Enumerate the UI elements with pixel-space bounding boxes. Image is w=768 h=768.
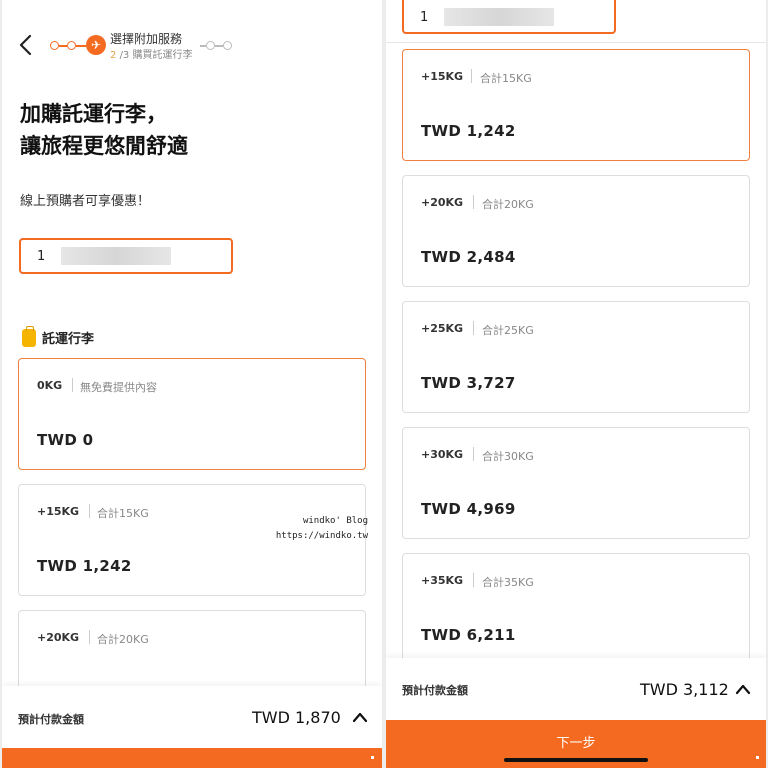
option-price: TWD 1,242 <box>421 122 516 140</box>
option-weight: +15KG <box>37 505 80 518</box>
passenger-selector[interactable]: 1 <box>19 238 233 274</box>
payment-amount: TWD 3,112 <box>640 680 729 699</box>
watermark: windko' Blog https://windko.tw <box>276 514 368 544</box>
payment-summary-bar[interactable]: 預計付款金額 TWD 1,870 <box>2 686 382 748</box>
right-screen: 1 +15KG 合計15KG TWD 1,242 +20KG 合計20KG TW… <box>386 0 766 768</box>
passenger-number: 1 <box>420 10 429 25</box>
baggage-option-card[interactable]: 0KG 無免費提供內容 TWD 0 <box>18 358 366 470</box>
divider <box>72 378 73 392</box>
divider <box>89 504 90 518</box>
option-total: 合計15KG <box>97 507 149 520</box>
headline-line2: 讓旅程更悠閒舒適 <box>20 134 188 158</box>
step-dot-icon <box>223 41 232 50</box>
page-headline: 加購託運行李， 讓旅程更悠閒舒適 <box>20 98 188 162</box>
payment-label: 預計付款金額 <box>18 713 84 726</box>
passenger-name-redacted <box>444 8 554 26</box>
option-price: TWD 6,211 <box>421 626 516 644</box>
option-price: TWD 1,242 <box>37 557 132 575</box>
divider <box>473 573 474 587</box>
option-weight: +25KG <box>421 322 464 335</box>
baggage-option-card[interactable]: +30KG 合計30KG TWD 4,969 <box>402 427 750 539</box>
luggage-icon <box>22 326 36 347</box>
step-connector <box>215 45 223 47</box>
option-total: 合計20KG <box>97 633 149 646</box>
next-button-partial[interactable] <box>2 748 382 768</box>
passenger-number: 1 <box>37 249 46 264</box>
back-arrow-icon[interactable] <box>16 34 36 56</box>
section-title: 託運行李 <box>22 326 95 347</box>
option-weight: 0KG <box>37 379 63 392</box>
option-weight: +35KG <box>421 574 464 587</box>
next-button-label: 下一步 <box>556 736 596 751</box>
corner-mark <box>756 756 759 759</box>
divider <box>473 321 474 335</box>
step-dot-icon <box>206 41 215 50</box>
step-total: /3 <box>119 50 130 61</box>
step-connector <box>59 45 67 47</box>
option-total: 合計15KG <box>480 72 532 85</box>
option-total: 無免費提供內容 <box>80 381 157 394</box>
payment-amount: TWD 1,870 <box>252 708 341 727</box>
step-dot-icon <box>67 41 76 50</box>
watermark-line2: https://windko.tw <box>275 531 368 541</box>
option-price: TWD 2,484 <box>421 248 516 266</box>
step-current: 2 <box>110 50 117 61</box>
step-title: 選擇附加服務 <box>110 32 183 46</box>
payment-summary-bar[interactable]: 預計付款金額 TWD 3,112 <box>386 658 766 720</box>
divider <box>386 42 766 43</box>
divider <box>473 447 474 461</box>
passenger-name-redacted <box>61 247 171 265</box>
payment-label: 預計付款金額 <box>402 684 468 697</box>
option-total: 合計30KG <box>482 450 534 463</box>
watermark-line1: windko' Blog <box>302 516 368 526</box>
option-total: 合計35KG <box>482 576 534 589</box>
promo-text: 線上預購者可享優惠！ <box>20 194 151 209</box>
home-indicator <box>504 758 648 762</box>
divider <box>473 195 474 209</box>
chevron-up-icon[interactable] <box>735 682 751 696</box>
next-button[interactable]: 下一步 <box>386 720 766 768</box>
option-price: TWD 3,727 <box>421 374 516 392</box>
option-weight: +30KG <box>421 448 464 461</box>
option-weight: +15KG <box>421 70 464 83</box>
baggage-option-card[interactable]: +15KG 合計15KG TWD 1,242 <box>402 49 750 161</box>
divider <box>89 630 90 644</box>
step-name: 購買託運行李 <box>132 50 193 61</box>
option-price: TWD 0 <box>37 431 94 449</box>
baggage-option-card[interactable]: +25KG 合計25KG TWD 3,727 <box>402 301 750 413</box>
step-dot-icon <box>50 41 59 50</box>
section-title-label: 託運行李 <box>42 332 95 347</box>
divider <box>471 69 472 83</box>
option-weight: +20KG <box>37 631 80 644</box>
option-weight: +20KG <box>421 196 464 209</box>
chevron-up-icon[interactable] <box>352 710 368 724</box>
option-total: 合計25KG <box>482 324 534 337</box>
step-connector <box>76 45 86 47</box>
step-progress: 2 /3 購買託運行李 <box>110 46 192 61</box>
baggage-option-card[interactable]: +20KG 合計20KG TWD 2,484 <box>402 175 750 287</box>
corner-mark <box>371 756 374 759</box>
left-screen: ✈ 選擇附加服務 2 /3 購買託運行李 加購託運行李， 讓旅程更悠閒舒適 線上… <box>2 0 382 768</box>
option-price: TWD 4,969 <box>421 500 516 518</box>
airplane-icon: ✈ <box>86 35 106 55</box>
headline-line1: 加購託運行李， <box>20 102 167 126</box>
baggage-option-card[interactable]: +35KG 合計35KG TWD 6,211 <box>402 553 750 665</box>
option-total: 合計20KG <box>482 198 534 211</box>
passenger-selector[interactable]: 1 <box>402 0 616 34</box>
